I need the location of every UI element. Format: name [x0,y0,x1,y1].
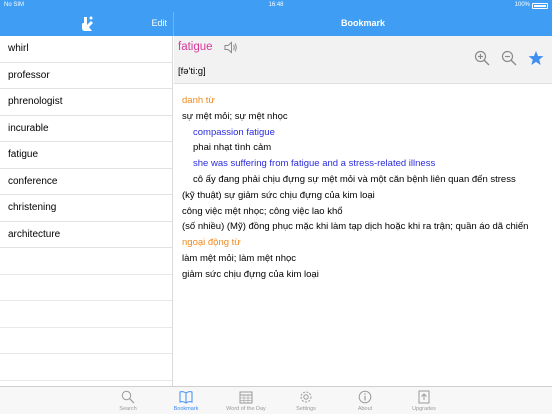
list-item[interactable]: professor [0,63,172,89]
zoom-in-icon[interactable] [474,50,490,66]
list-item[interactable]: incurable [0,116,172,142]
status-bar: No SIM 16:48 100% [0,0,552,12]
calendar-icon [239,391,253,404]
list-item[interactable]: phrenologist [0,89,172,116]
nav-left-section: Edit [0,12,173,36]
zoom-out-icon[interactable] [501,50,517,66]
tab-label: About [357,406,373,412]
entry-panel: fatigue [fə'ti:g] danh từ sự mệt mỏi; sự… [174,36,552,386]
info-icon [358,390,372,404]
sense: làm mệt mỏi; làm mệt nhọc [182,252,297,264]
tab-word-of-the-day[interactable]: Word of the Day [216,387,276,415]
list-item[interactable]: whirl [0,36,172,63]
list-item[interactable]: architecture [0,222,172,248]
example-english: she was suffering from fatigue and a str… [193,158,436,170]
sense: sự mệt mỏi; sự mệt nhọc [182,110,288,122]
clock: 16:48 [268,2,284,8]
part-of-speech: ngoại động từ [182,237,241,249]
tab-label: Bookmark [173,406,199,412]
search-icon [121,390,135,404]
headword: fatigue [178,41,213,53]
tab-label: Upgrades [412,406,436,412]
tab-bookmark[interactable]: Bookmark [156,387,216,415]
example-translation: phai nhạt tình cảm [193,142,272,154]
tab-label: Word of the Day [226,406,266,412]
part-of-speech: danh từ [182,95,215,106]
list-item[interactable]: christening [0,195,172,222]
battery-icon [532,3,548,9]
list-item[interactable]: fatigue [0,142,172,169]
tab-about[interactable]: About [335,387,395,415]
sense: (kỹ thuật) sự giảm sức chịu đựng của kim… [182,189,375,201]
upgrade-icon [418,390,430,404]
empty-row [0,301,172,328]
example-english: compassion fatigue [193,126,275,138]
edit-button[interactable]: Edit [151,18,167,28]
entry-header: fatigue [fə'ti:g] [174,36,552,84]
tab-settings[interactable]: Settings [276,387,336,415]
tab-search[interactable]: Search [98,387,158,415]
definition-body: danh từ sự mệt mỏi; sự mệt nhọc compassi… [182,93,544,283]
sense: (số nhiều) (Mỹ) đồng phục mặc khi làm tạ… [182,221,529,233]
tab-upgrades[interactable]: Upgrades [394,387,454,415]
empty-row [0,328,172,354]
speaker-icon[interactable] [224,41,238,54]
bookmark-list: whirl professor phrenologist incurable f… [0,36,173,386]
tab-label: Settings [296,406,316,412]
tab-label: Search [119,406,137,412]
phonetic: [fə'ti:g] [178,66,206,77]
app-logo-icon [82,16,93,31]
sense: giảm sức chịu đựng của kim loại [182,268,319,280]
gear-icon [300,391,312,403]
list-item[interactable]: conference [0,169,172,195]
navigation-bar: Edit Bookmark [0,12,552,36]
empty-row [0,275,172,301]
empty-row [0,354,172,381]
book-icon [179,391,193,404]
empty-row [0,248,172,275]
page-title: Bookmark [340,18,385,28]
example-translation: cô ấy đang phải chịu đựng sự mệt mỏi và … [193,173,516,185]
tab-bar: Search Bookmark Word of the Day Settings [0,386,552,414]
sense: công việc mệt nhọc; công việc lao khổ [182,205,343,217]
battery-percent: 100% [514,2,530,8]
bookmark-star-icon[interactable] [528,50,544,66]
